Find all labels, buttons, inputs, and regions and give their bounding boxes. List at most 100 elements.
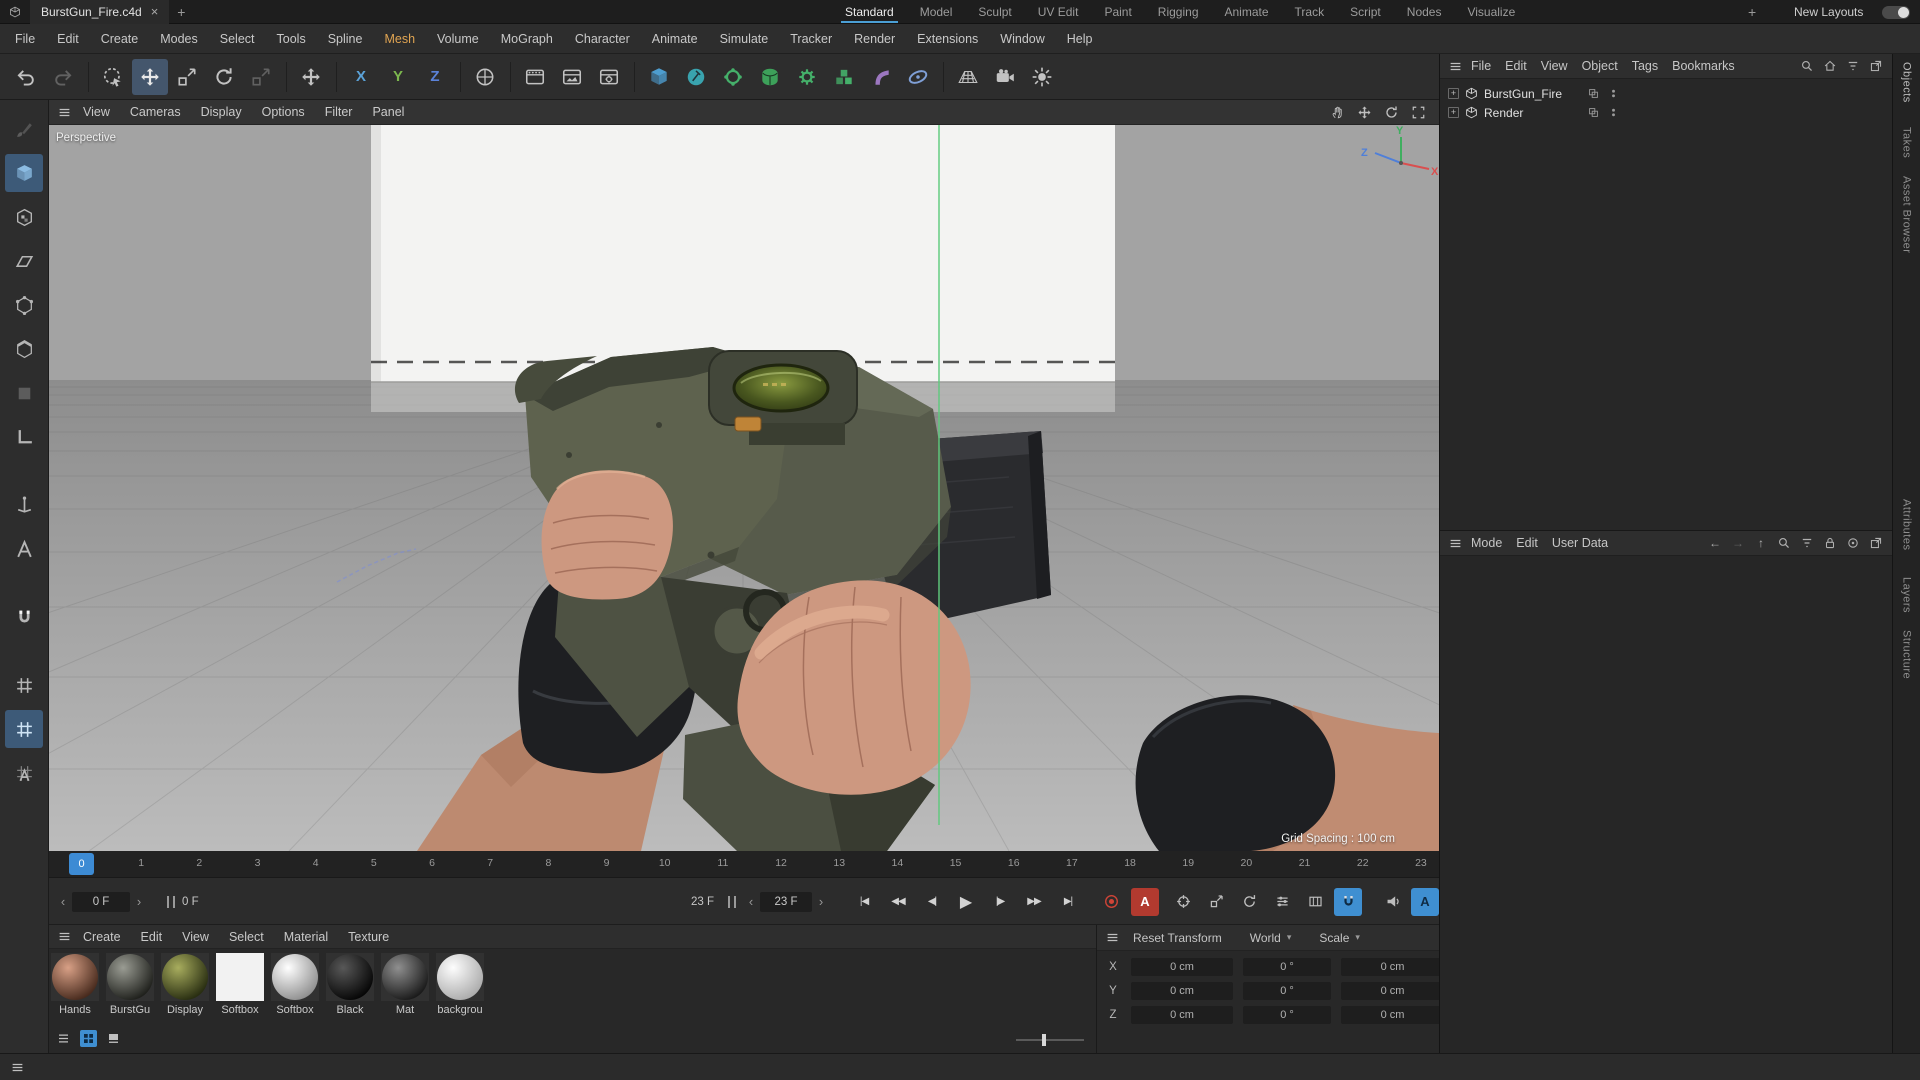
render-view-button[interactable] [517,59,553,95]
material-thumbnail[interactable] [106,953,154,1001]
attribute-menu-user-data[interactable]: User Data [1545,536,1615,550]
rotate-tool[interactable] [206,59,242,95]
frame-prev-arrow[interactable]: ‹ [57,894,69,909]
menu-mesh[interactable]: Mesh [373,32,426,46]
timeline-ruler[interactable]: 0 01234567891011121314151617181920212223 [49,851,1439,878]
lock-x-axis[interactable]: X [343,59,379,95]
goto-start-button[interactable]: |◀ [849,887,879,917]
layout-tab-script[interactable]: Script [1337,0,1394,24]
close-tab-icon[interactable]: × [151,4,159,19]
model-mode-icon[interactable] [5,154,43,192]
workplane-grid-icon[interactable] [5,666,43,704]
visibility-dots-icon[interactable] [1607,106,1620,119]
viewport-menu-view[interactable]: View [73,105,120,119]
add-floor[interactable] [950,59,986,95]
redo-icon[interactable] [45,59,81,95]
back-icon[interactable]: ← [1707,535,1723,551]
menu-edit[interactable]: Edit [46,32,90,46]
end-frame-field[interactable]: 23 F [760,891,812,912]
keyframe-selection-toggle[interactable] [1334,887,1362,916]
filter-icon[interactable] [1845,58,1861,74]
object-name[interactable]: Render [1484,106,1580,120]
material-thumbnail[interactable] [436,953,484,1001]
material-item[interactable]: backgrou [436,953,484,1016]
menu-create[interactable]: Create [90,32,150,46]
material-menu-create[interactable]: Create [73,930,131,944]
lock-z-axis[interactable]: Z [417,59,453,95]
filter-icon[interactable] [1799,535,1815,551]
popout-icon[interactable] [1868,535,1884,551]
maximize-icon[interactable] [1409,103,1427,121]
layout-tab-rigging[interactable]: Rigging [1145,0,1212,24]
quantize-grid-icon[interactable] [5,754,43,792]
record-parameter-toggle[interactable] [1268,888,1296,916]
menu-simulate[interactable]: Simulate [709,32,780,46]
undo-icon[interactable] [8,59,44,95]
material-item[interactable]: Black [326,953,374,1016]
reset-transform-button[interactable]: Reset Transform [1125,931,1230,945]
menu-file[interactable]: File [4,32,46,46]
viewport-menu-panel[interactable]: Panel [362,105,414,119]
workplane-mode-icon[interactable] [5,418,43,456]
brush-tool-icon[interactable] [5,110,43,148]
material-thumbnail[interactable] [161,953,209,1001]
texture-mode-icon[interactable] [5,198,43,236]
ui-toggle-switch[interactable] [1882,6,1910,19]
thumbnail-size-slider[interactable] [1016,1034,1084,1046]
material-menu-view[interactable]: View [172,930,219,944]
viewport-canvas[interactable]: Y Z X Perspective Grid Spacing : 100 cm [49,125,1439,851]
material-item[interactable]: Softbox [216,953,264,1016]
viewport-menu-filter[interactable]: Filter [315,105,363,119]
snap-magnet-icon[interactable] [5,598,43,636]
dolly-icon[interactable] [1355,103,1373,121]
popout-icon[interactable] [1868,58,1884,74]
add-field[interactable] [900,59,936,95]
space-dropdown[interactable]: World ▾ [1242,929,1300,947]
target-icon[interactable] [1845,535,1861,551]
add-generator[interactable] [715,59,751,95]
pan-icon[interactable] [1328,103,1346,121]
mode-dropdown[interactable]: Scale ▾ [1311,929,1368,947]
scale-field[interactable]: 0 cm [1341,1006,1444,1024]
next-frame-button[interactable]: |▶ [985,887,1015,917]
autokey-button[interactable]: A [1131,887,1159,916]
material-menu-icon[interactable] [55,928,73,946]
material-menu-material[interactable]: Material [274,930,338,944]
layout-tab-animate[interactable]: Animate [1212,0,1282,24]
add-spline-pen[interactable] [678,59,714,95]
object-menu-view[interactable]: View [1534,59,1575,73]
menu-tools[interactable]: Tools [266,32,317,46]
material-thumbnail[interactable] [381,953,429,1001]
current-frame-field[interactable]: 0 F [72,891,130,912]
add-light[interactable] [1024,59,1060,95]
material-item[interactable]: Softbox [271,953,319,1016]
attribute-menu-mode[interactable]: Mode [1464,536,1509,550]
icon-view-icon[interactable] [105,1030,122,1047]
side-tab-attributes[interactable]: Attributes [1901,499,1913,550]
position-field[interactable]: 0 cm [1131,958,1233,976]
coordinates-menu-icon[interactable] [1103,929,1121,947]
next-key-button[interactable]: ▶▶ [1019,887,1049,917]
menu-character[interactable]: Character [564,32,641,46]
material-thumbnail[interactable] [51,953,99,1001]
scale-field[interactable]: 0 cm [1341,958,1444,976]
layout-tab-paint[interactable]: Paint [1091,0,1144,24]
material-thumbnail[interactable] [216,953,264,1001]
material-item[interactable]: Display [161,953,209,1016]
side-tab-structure[interactable]: Structure [1901,630,1913,679]
object-name[interactable]: BurstGun_Fire [1484,87,1580,101]
scale-tool[interactable] [169,59,205,95]
preview-start-value[interactable]: 0 F [182,896,199,908]
viewport-3d-scene[interactable]: Y Z X [49,125,1439,851]
menu-volume[interactable]: Volume [426,32,490,46]
prev-frame-button[interactable]: ◀| [917,887,947,917]
play-button[interactable]: ▶ [951,887,981,917]
layout-tab-nodes[interactable]: Nodes [1394,0,1455,24]
menu-animate[interactable]: Animate [641,32,709,46]
layout-tab-track[interactable]: Track [1282,0,1338,24]
position-field[interactable]: 0 cm [1131,982,1233,1000]
grid-snap-icon[interactable] [5,710,43,748]
menu-window[interactable]: Window [989,32,1055,46]
menu-modes[interactable]: Modes [149,32,209,46]
grid-view-icon[interactable] [80,1030,97,1047]
